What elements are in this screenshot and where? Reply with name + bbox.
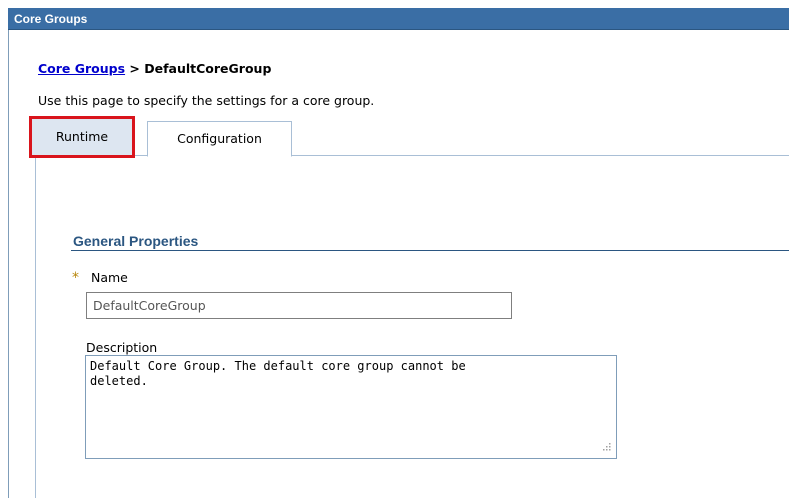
tab-configuration[interactable]: Configuration (147, 121, 292, 157)
name-label: Name (91, 270, 128, 285)
description-label: Description (86, 340, 158, 355)
resize-grip-icon[interactable] (598, 440, 612, 454)
breadcrumb-link-core-groups[interactable]: Core Groups (38, 61, 125, 76)
general-properties-rule (71, 250, 789, 251)
description-field[interactable]: Default Core Group. The default core gro… (85, 355, 617, 459)
breadcrumb-separator: > (125, 61, 145, 76)
general-properties-heading: General Properties (73, 233, 199, 249)
tab-runtime[interactable]: Runtime (29, 116, 135, 158)
name-field[interactable] (86, 292, 512, 319)
breadcrumb-current: DefaultCoreGroup (144, 61, 272, 76)
required-icon: * (72, 270, 79, 286)
portlet-title-bar: Core Groups (8, 8, 789, 30)
tab-runtime-label: Runtime (55, 129, 109, 144)
breadcrumb: Core Groups > DefaultCoreGroup (38, 61, 271, 76)
page-description: Use this page to specify the settings fo… (38, 93, 375, 108)
tab-configuration-label: Configuration (177, 131, 262, 146)
tab-content-border (35, 158, 36, 498)
